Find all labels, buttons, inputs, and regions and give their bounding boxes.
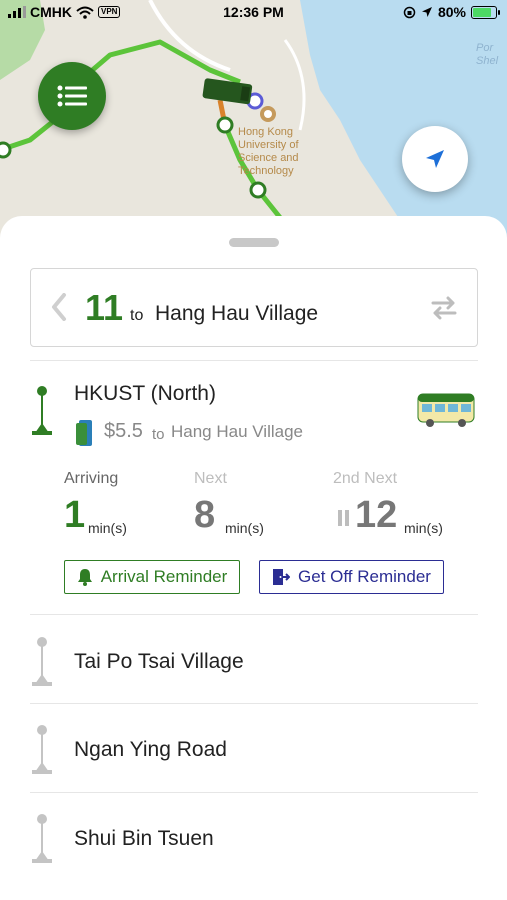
stop-name: Shui Bin Tsuen xyxy=(74,827,214,850)
list-item[interactable]: Ngan Ying Road xyxy=(0,704,507,792)
eta-next-unit: min(s) xyxy=(225,520,264,536)
get-off-reminder-label: Get Off Reminder xyxy=(298,567,431,586)
fare-amount: $5.5 xyxy=(104,420,143,442)
eta-second-next: 2nd Next 12 min(s) xyxy=(333,470,463,536)
fare-destination: Hang Hau Village xyxy=(171,422,303,441)
eta-next-label: Next xyxy=(194,470,227,487)
route-number: 11 xyxy=(85,287,124,328)
route-selector: 11 to Hang Hau Village xyxy=(30,268,478,347)
eta-second-next-value: 12 xyxy=(355,494,398,536)
eta-arriving: Arriving 1 min(s) xyxy=(64,470,184,536)
divider xyxy=(30,360,478,361)
eta-second-next-label: 2nd Next xyxy=(333,470,398,487)
orientation-lock-icon xyxy=(403,6,416,18)
list-item[interactable]: Shui Bin Tsuen xyxy=(0,793,507,881)
current-stop-name: HKUST (North) xyxy=(74,382,216,405)
sheet-drag-handle[interactable] xyxy=(229,238,279,247)
stop-pin-icon xyxy=(32,725,52,774)
pause-icon xyxy=(338,510,349,526)
eta-arriving-unit: min(s) xyxy=(88,520,127,536)
stop-name: Tai Po Tsai Village xyxy=(74,650,244,673)
divider xyxy=(30,614,478,615)
battery-icon xyxy=(471,5,500,19)
eta-arriving-label: Arriving xyxy=(64,470,119,487)
arrival-reminder-label: Arrival Reminder xyxy=(100,567,228,586)
locate-me-button[interactable] xyxy=(402,126,468,192)
eta-arriving-value: 1 xyxy=(64,494,86,536)
bell-icon xyxy=(77,569,92,586)
stop-name: Ngan Ying Road xyxy=(74,738,227,761)
location-services-icon xyxy=(421,7,432,17)
eta-second-next-unit: min(s) xyxy=(404,520,443,536)
fare-to-label: to xyxy=(152,426,165,443)
route-detail-sheet: 11 to Hang Hau Village HKUST (North) $5.… xyxy=(0,216,507,900)
menu-button[interactable] xyxy=(38,62,106,130)
arrival-reminder-button[interactable]: Arrival Reminder xyxy=(64,560,240,594)
stop-pin-icon xyxy=(32,814,52,863)
swap-arrows-icon[interactable] xyxy=(431,296,457,320)
octopus-card-icon xyxy=(76,420,92,446)
eta-next-value: 8 xyxy=(194,494,216,536)
sea-label: Por Shel xyxy=(476,42,499,67)
list-icon xyxy=(57,85,87,107)
route-destination: Hang Hau Village xyxy=(155,302,319,325)
exit-door-icon xyxy=(273,569,291,585)
battery-percent: 80% xyxy=(437,4,466,20)
stop-pin-icon xyxy=(32,637,52,686)
stop-pin-icon xyxy=(32,386,52,435)
poi-label: Hong Kong University of Science and Tech… xyxy=(238,126,299,177)
route-to-label: to xyxy=(130,307,144,324)
eta-next: Next 8 min(s) xyxy=(194,470,314,536)
get-off-reminder-button[interactable]: Get Off Reminder xyxy=(259,560,444,594)
navigation-arrow-icon xyxy=(426,150,444,168)
chevron-left-icon[interactable] xyxy=(51,293,67,321)
status-bar: CMHK VPN 12:36 PM 80% xyxy=(0,0,507,26)
minibus-icon xyxy=(417,393,475,427)
list-item[interactable]: Tai Po Tsai Village xyxy=(0,616,507,704)
